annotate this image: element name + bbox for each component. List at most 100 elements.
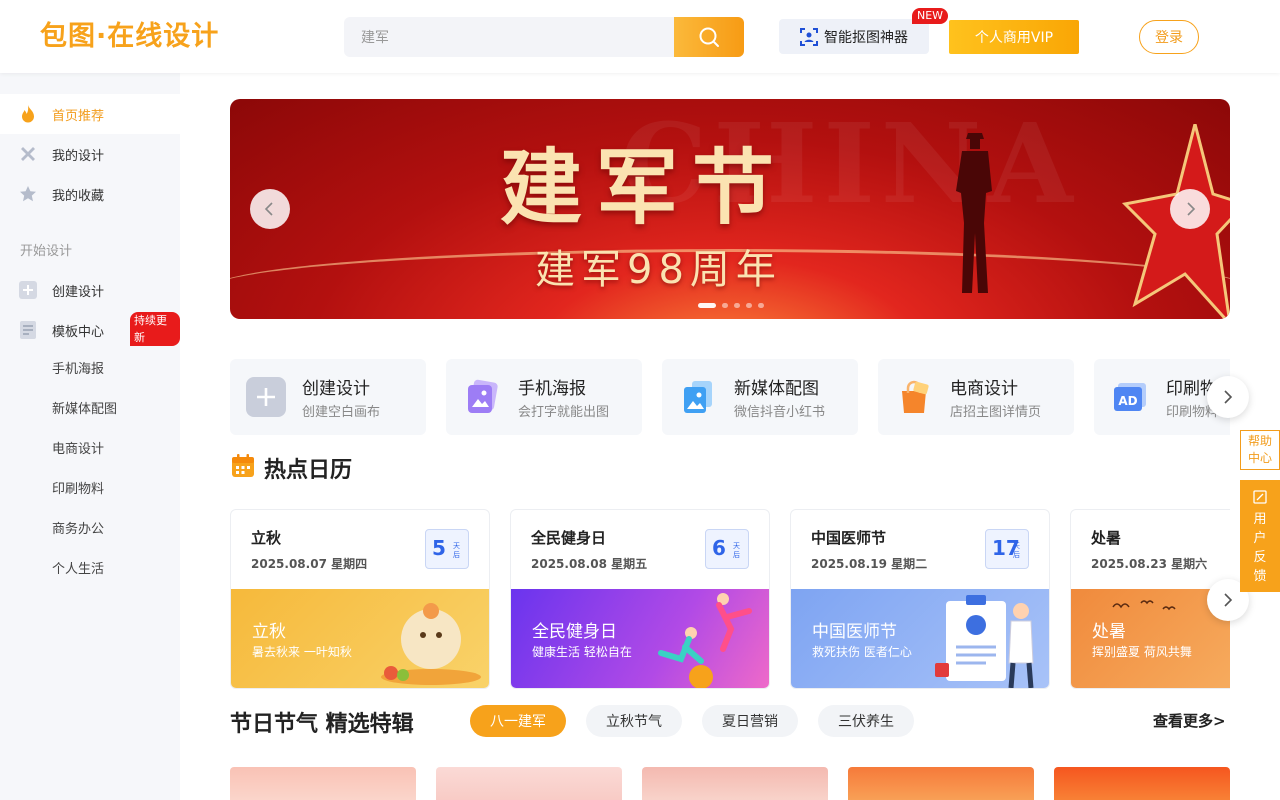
calendar-card[interactable]: 全民健身日 2025.08.08 星期五 6 天后 全民健身日 健康生活 轻松自… (510, 509, 770, 689)
sidebar-sub-new-media[interactable]: 新媒体配图 (52, 400, 117, 420)
quick-card-title: 手机海报 (518, 379, 586, 399)
ad-icon: AD (1110, 377, 1150, 417)
quick-card-title: 电商设计 (950, 379, 1018, 399)
sidebar-item-home[interactable]: 首页推荐 (0, 94, 180, 134)
chevron-left-icon (264, 202, 273, 216)
banner-next-button[interactable] (1170, 189, 1210, 229)
calendar-card[interactable]: 中国医师节 2025.08.19 星期二 17 天后 中国医师节 救死扶伤 医者… (790, 509, 1050, 689)
hero-banner[interactable]: CHINA 建军节 建军98周年 (230, 99, 1230, 319)
doctor-illustration (935, 595, 1034, 688)
sidebar: 首页推荐 我的设计 我的收藏 开始设计 创建设计 模板中心 持续更新 手机海报 … (0, 73, 180, 800)
sidebar-sub-personal[interactable]: 个人生活 (52, 560, 104, 580)
red-star (1121, 124, 1230, 319)
vip-button[interactable]: 个人商用VIP (949, 20, 1079, 54)
top-header: 包图·在线设计 智能抠图神器 NEW 个人商用VIP 登录 (0, 0, 1280, 73)
banner-subtitle: 建军98周年 (535, 247, 782, 293)
help-center-label: 帮助中心 (1247, 434, 1272, 465)
soldier-silhouette (956, 133, 992, 293)
festival-tag-army-day[interactable]: 八一建军 (470, 705, 566, 737)
sidebar-item-favorites[interactable]: 我的收藏 (0, 174, 180, 214)
user-feedback-tab[interactable]: 用户反馈 (1240, 480, 1280, 592)
quick-card-new-media[interactable]: 新媒体配图 微信抖音小红书 (662, 359, 858, 435)
sidebar-sub-print[interactable]: 印刷物料 (52, 480, 104, 500)
sidebar-section-start: 开始设计 (20, 244, 73, 259)
quick-row-next-button[interactable] (1207, 376, 1249, 418)
sidebar-sub-office[interactable]: 商务办公 (52, 520, 104, 540)
calendar-card-date: 2025.08.08 星期五 (531, 557, 648, 571)
banner-prev-button[interactable] (250, 189, 290, 229)
template-thumbnail[interactable] (642, 767, 828, 800)
search-input[interactable] (344, 17, 674, 57)
calendar-card-image-subtitle: 挥别盛夏 荷风共舞 (1092, 645, 1192, 659)
sidebar-item-create[interactable]: 创建设计 (0, 270, 180, 310)
chevron-right-icon (1224, 390, 1233, 404)
view-more-link[interactable]: 查看更多> (1153, 710, 1226, 731)
calendar-card-date: 2025.08.23 星期六 (1091, 557, 1208, 571)
edit-icon (1253, 490, 1267, 504)
site-logo[interactable]: 包图·在线设计 (40, 20, 219, 54)
festival-tag-summer-marketing[interactable]: 夏日营销 (702, 705, 798, 737)
quick-card-mobile-poster[interactable]: 手机海报 会打字就能出图 (446, 359, 642, 435)
calendar-card-image-title: 全民健身日 (532, 622, 617, 642)
calendar-card-image: 处暑 挥别盛夏 荷风共舞 (1071, 589, 1230, 688)
days-countdown-badge: 17 天后 (985, 529, 1029, 569)
calendar-card-image: 立秋 暑去秋来 一叶知秋 (231, 589, 489, 688)
days-unit: 天后 (1013, 542, 1020, 559)
quick-card-title: 新媒体配图 (734, 379, 819, 399)
cutout-icon (800, 27, 818, 46)
sidebar-item-label: 首页推荐 (52, 108, 105, 124)
sidebar-item-my-designs[interactable]: 我的设计 (0, 134, 180, 174)
calendar-card-date: 2025.08.19 星期二 (811, 557, 928, 571)
quick-card-create[interactable]: 创建设计 创建空白画布 (230, 359, 426, 435)
calendar-card-image-subtitle: 救死扶伤 医者仁心 (812, 645, 912, 659)
sidebar-sub-ecommerce[interactable]: 电商设计 (52, 440, 104, 460)
birds-illustration (1112, 600, 1176, 611)
banner-dot[interactable] (746, 303, 752, 308)
user-feedback-label: 用户反馈 (1253, 512, 1267, 584)
banner-dot[interactable] (698, 303, 716, 308)
calendar-section-title: 热点日历 (264, 458, 353, 483)
days-count: 5 (432, 536, 446, 560)
calendar-card-image: 中国医师节 救死扶伤 医者仁心 (791, 589, 1049, 688)
template-thumbnail[interactable] (436, 767, 622, 800)
sidebar-item-label: 模板中心 (52, 324, 105, 340)
quick-category-row: 创建设计 创建空白画布 手机海报 会打字就能出图 新媒体配图 微信抖音小红书 电… (230, 359, 1230, 435)
search-button[interactable] (674, 17, 744, 57)
sidebar-item-label: 创建设计 (52, 284, 105, 300)
help-center-tab[interactable]: 帮助中心 (1240, 430, 1280, 470)
login-button[interactable]: 登录 (1139, 20, 1199, 54)
days-countdown-badge: 5 天后 (425, 529, 469, 569)
smart-cutout-button[interactable]: 智能抠图神器 (779, 19, 929, 54)
sidebar-sub-mobile-poster[interactable]: 手机海报 (52, 360, 104, 380)
calendar-card-image-title: 中国医师节 (812, 622, 897, 642)
calendar-card-name: 立秋 (251, 529, 282, 547)
banner-dot[interactable] (734, 303, 740, 308)
calendar-icon (232, 454, 254, 477)
days-unit: 天后 (733, 542, 740, 559)
svg-text:AD: AD (1118, 394, 1137, 408)
update-badge: 持续更新 (130, 312, 180, 346)
sidebar-item-label: 我的设计 (52, 148, 105, 164)
quick-card-subtitle: 会打字就能出图 (518, 405, 610, 420)
calendar-card-image: 全民健身日 健康生活 轻松自在 (511, 589, 769, 688)
days-count: 6 (712, 536, 726, 560)
smart-cutout-label: 智能抠图神器 (824, 29, 908, 46)
template-thumbnail[interactable] (848, 767, 1034, 800)
template-thumbnail[interactable] (1054, 767, 1230, 800)
star-icon (18, 184, 38, 204)
banner-pagination (698, 303, 764, 308)
calendar-card[interactable]: 立秋 2025.08.07 星期四 5 天后 立秋 暑去秋来 一叶知秋 (230, 509, 490, 689)
image-card-icon (462, 377, 502, 417)
search-bar (344, 17, 744, 57)
calendar-card-image-subtitle: 健康生活 轻松自在 (532, 645, 632, 659)
quick-card-ecommerce[interactable]: 电商设计 店招主图详情页 (878, 359, 1074, 435)
calendar-card[interactable]: 处暑 2025.08.23 星期六 处暑 挥别盛夏 荷风共舞 (1070, 509, 1230, 689)
banner-dot[interactable] (758, 303, 764, 308)
festival-tag-autumn-start[interactable]: 立秋节气 (586, 705, 682, 737)
media-image-icon (678, 377, 718, 417)
banner-dot[interactable] (722, 303, 728, 308)
calendar-card-name: 全民健身日 (531, 529, 607, 547)
chevron-right-icon (1224, 593, 1233, 607)
template-thumbnail[interactable] (230, 767, 416, 800)
festival-tag-dog-days-health[interactable]: 三伏养生 (818, 705, 914, 737)
